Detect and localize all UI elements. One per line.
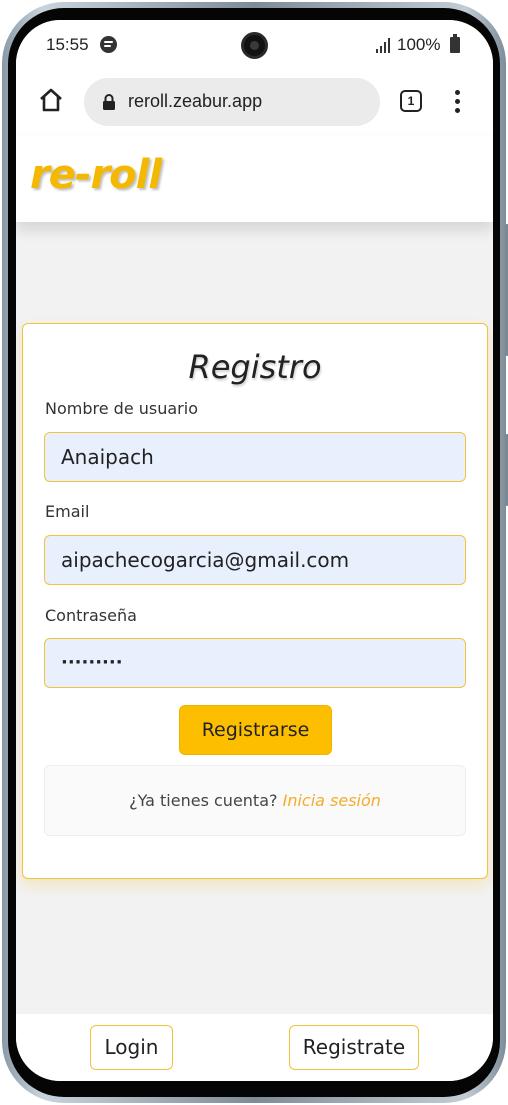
app-logo[interactable]: re-roll [30,152,162,198]
form-title: Registro [188,348,322,386]
password-input[interactable]: ········· [44,638,466,688]
email-input[interactable]: aipachecogarcia@gmail.com [44,535,466,585]
status-time: 15:55 [46,35,89,54]
screen: 15:55 100% reroll.zeabur.app 1 re-roll R… [16,20,493,1081]
battery-percentage: 100% [397,35,441,54]
tabs-icon[interactable]: 1 [400,90,422,112]
url-text: reroll.zeabur.app [128,91,263,111]
spotify-icon [100,36,117,53]
login-link[interactable]: Inicia sesión [283,791,381,810]
username-input[interactable]: Anaipach [44,432,466,482]
home-icon[interactable] [38,87,64,113]
signal-icon [376,37,392,53]
lock-icon [103,94,115,110]
login-prompt-box: ¿Ya tienes cuenta? Inicia sesión [44,765,466,836]
login-prompt-text: ¿Ya tienes cuenta? [129,791,278,810]
browser-toolbar: reroll.zeabur.app 1 [16,70,493,136]
battery-icon [450,34,460,53]
nav-login-button[interactable]: Login [90,1025,173,1070]
email-label: Email [45,502,90,521]
app-header: re-roll [16,136,493,222]
password-label: Contraseña [45,606,137,625]
more-vert-icon[interactable] [448,88,468,116]
front-camera [241,32,268,59]
register-button[interactable]: Registrarse [179,705,332,755]
username-label: Nombre de usuario [45,399,198,418]
nav-register-button[interactable]: Registrate [289,1025,419,1070]
address-bar[interactable]: reroll.zeabur.app [84,78,380,126]
status-bar: 15:55 100% [16,20,493,70]
bottom-nav: Login Registrate [16,1014,493,1081]
register-card: Registro Nombre de usuario Anaipach Emai… [22,323,488,879]
